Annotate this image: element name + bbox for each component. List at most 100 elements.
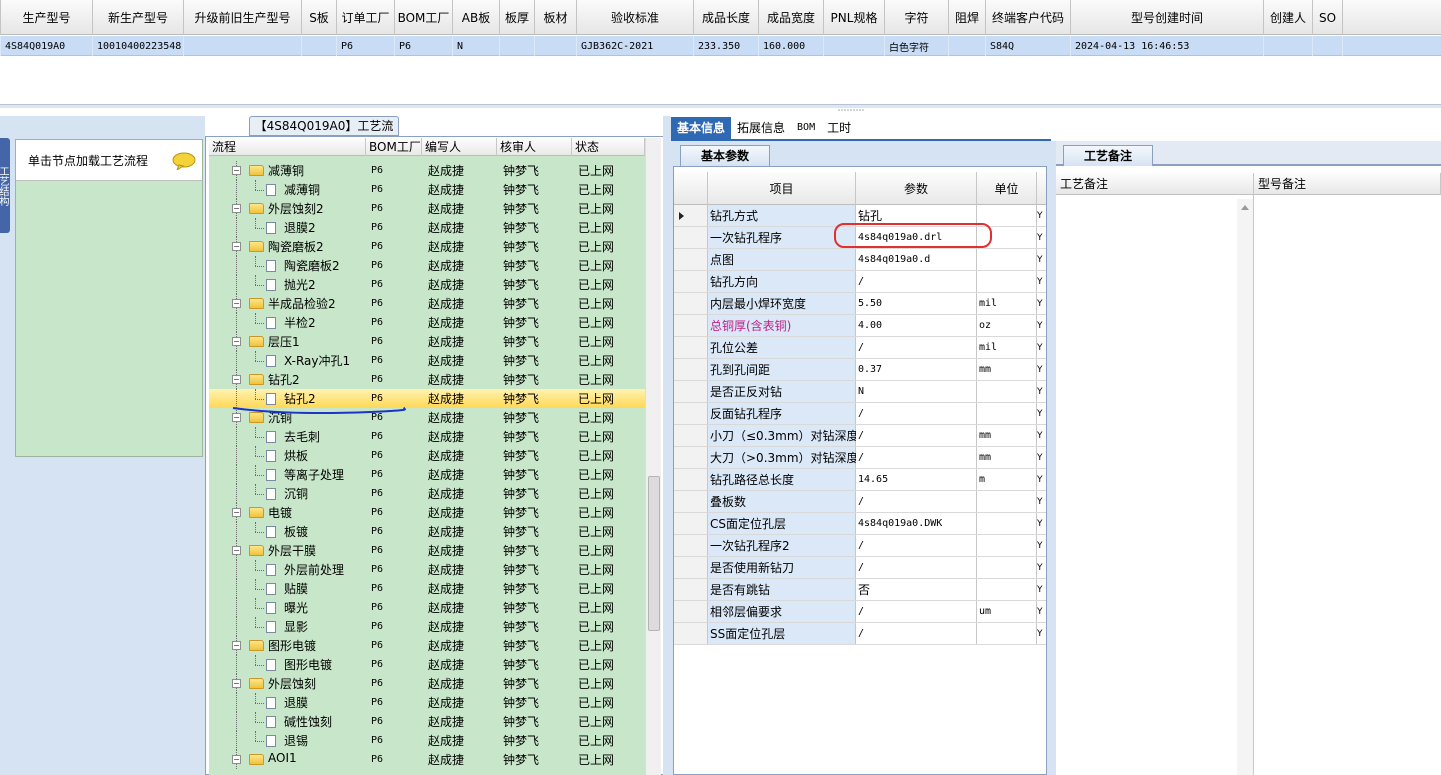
tree-node[interactable]: 退膜 <box>209 693 366 712</box>
tree-node[interactable]: − 外层蚀刻 <box>209 674 366 693</box>
grid-cell[interactable]: S84Q <box>986 36 1071 56</box>
tree-node[interactable]: 外层前处理 <box>209 560 366 579</box>
param-value[interactable]: / <box>856 425 977 446</box>
param-value[interactable]: 14.65 <box>856 469 977 490</box>
grid-cell[interactable]: P6 <box>337 36 395 56</box>
tree-row[interactable]: 曝光 P6 赵成捷 钟梦飞 已上网 <box>209 598 645 617</box>
collapse-toggle-icon[interactable]: − <box>232 508 241 517</box>
panel-separator-2[interactable] <box>1049 141 1056 775</box>
tree-node[interactable]: 显影 <box>209 617 366 636</box>
grid-cell[interactable] <box>302 36 337 56</box>
tree-row[interactable]: 陶瓷磨板2 P6 赵成捷 钟梦飞 已上网 <box>209 256 645 275</box>
column-header[interactable]: AB板 <box>453 0 500 35</box>
tree-node[interactable]: 退锡 <box>209 731 366 750</box>
scrollbar-thumb[interactable] <box>648 476 660 631</box>
collapse-toggle-icon[interactable]: − <box>232 755 241 764</box>
column-header[interactable]: S板 <box>302 0 337 35</box>
param-value[interactable]: 5.50 <box>856 293 977 314</box>
tab-basic-params[interactable]: 基本参数 <box>680 145 770 166</box>
tree-node[interactable]: 贴膜 <box>209 579 366 598</box>
column-header[interactable]: 型号创建时间 <box>1071 0 1264 35</box>
notes-column-header[interactable]: 工艺备注 <box>1056 173 1254 195</box>
tree-node[interactable]: − 层压1 <box>209 332 366 351</box>
param-value[interactable]: 4s84q019a0.DWK <box>856 513 977 534</box>
column-header[interactable]: BOM工厂 <box>395 0 453 35</box>
param-column-header[interactable]: 参数 <box>856 172 977 205</box>
column-header[interactable]: 生产型号 <box>1 0 93 35</box>
tree-node[interactable]: − 减薄铜 <box>209 161 366 180</box>
column-header[interactable]: 终端客户代码 <box>986 0 1071 35</box>
tree-node[interactable]: 烘板 <box>209 446 366 465</box>
column-header[interactable]: 阻焊 <box>949 0 986 35</box>
tree-node[interactable]: − 外层蚀刻2 <box>209 199 366 218</box>
tree-row[interactable]: − 外层干膜 P6 赵成捷 钟梦飞 已上网 <box>209 541 645 560</box>
collapse-toggle-icon[interactable]: − <box>232 299 241 308</box>
collapse-toggle-icon[interactable]: − <box>232 242 241 251</box>
param-row[interactable]: 相邻层偏要求 / um Y <box>674 601 1046 623</box>
process-tree-scrollbar[interactable] <box>645 138 661 775</box>
column-header[interactable]: 字符 <box>885 0 949 35</box>
tree-column-header[interactable]: 编写人 <box>422 138 497 156</box>
column-header[interactable]: 升级前旧生产型号 <box>184 0 302 35</box>
param-row[interactable]: 小刀（≤0.3mm）对钻深度 / mm Y <box>674 425 1046 447</box>
column-header[interactable]: SO <box>1313 0 1343 35</box>
tree-node[interactable]: − 图形电镀 <box>209 636 366 655</box>
param-value[interactable]: 0.37 <box>856 359 977 380</box>
column-header[interactable]: 板厚 <box>500 0 535 35</box>
grid-cell[interactable]: P6 <box>395 36 453 56</box>
grid-cell[interactable]: 白色字符 <box>885 36 949 56</box>
tree-node[interactable]: − 半成品检验2 <box>209 294 366 313</box>
param-value[interactable]: / <box>856 337 977 358</box>
tree-row[interactable]: X-Ray冲孔1 P6 赵成捷 钟梦飞 已上网 <box>209 351 645 370</box>
param-value[interactable]: 4.00 <box>856 315 977 336</box>
process-tree[interactable]: − 减薄铜 P6 赵成捷 钟梦飞 已上网 减薄铜 P6 赵成捷 钟梦飞 已上网 − 外层蚀刻2 P6 赵成捷… <box>209 156 645 775</box>
tree-row[interactable]: 图形电镀 P6 赵成捷 钟梦飞 已上网 <box>209 655 645 674</box>
column-header[interactable]: 验收标准 <box>577 0 694 35</box>
collapse-toggle-icon[interactable]: − <box>232 641 241 650</box>
param-row[interactable]: 内层最小焊环宽度 5.50 mil Y <box>674 293 1046 315</box>
param-value[interactable]: / <box>856 557 977 578</box>
column-header[interactable]: PNL规格 <box>824 0 885 35</box>
tree-node[interactable]: 沉铜 <box>209 484 366 503</box>
param-row[interactable]: SS面定位孔层 / Y <box>674 623 1046 645</box>
tree-node[interactable]: − AOI1 <box>209 750 366 769</box>
param-value[interactable]: 否 <box>856 579 977 600</box>
tree-row[interactable]: − 外层蚀刻 P6 赵成捷 钟梦飞 已上网 <box>209 674 645 693</box>
grid-cell[interactable] <box>1264 36 1313 56</box>
param-value[interactable]: / <box>856 491 977 512</box>
collapse-toggle-icon[interactable]: − <box>232 375 241 384</box>
tree-row[interactable]: 退膜2 P6 赵成捷 钟梦飞 已上网 <box>209 218 645 237</box>
column-header[interactable]: 新生产型号 <box>93 0 184 35</box>
tree-node[interactable]: − 电镀 <box>209 503 366 522</box>
tab-basic-info[interactable]: 基本信息 <box>671 117 732 139</box>
param-column-header[interactable]: 项目 <box>708 172 856 205</box>
tree-row[interactable]: 板镀 P6 赵成捷 钟梦飞 已上网 <box>209 522 645 541</box>
tree-row[interactable]: − 图形电镀 P6 赵成捷 钟梦飞 已上网 <box>209 636 645 655</box>
tree-node[interactable]: 退膜2 <box>209 218 366 237</box>
grid-cell[interactable] <box>949 36 986 56</box>
tree-row[interactable]: 半检2 P6 赵成捷 钟梦飞 已上网 <box>209 313 645 332</box>
column-header[interactable]: 成品宽度 <box>759 0 824 35</box>
collapse-toggle-icon[interactable]: − <box>232 546 241 555</box>
tree-row[interactable]: 显影 P6 赵成捷 钟梦飞 已上网 <box>209 617 645 636</box>
grid-cell[interactable]: 4S84Q019A0 <box>1 36 93 56</box>
tree-node[interactable]: X-Ray冲孔1 <box>209 351 366 370</box>
splitter-grip-icon[interactable]: ⋯⋯⋯ <box>826 107 876 116</box>
grid-cell[interactable]: GJB362C-2021 <box>577 36 694 56</box>
model-grid-row[interactable]: 4S84Q019A0 10010400223548 P6 P6 N GJB362C-202… <box>0 36 1441 56</box>
param-column-header[interactable]: 单位 <box>977 172 1037 205</box>
tree-row[interactable]: 贴膜 P6 赵成捷 钟梦飞 已上网 <box>209 579 645 598</box>
grid-cell[interactable] <box>1313 36 1343 56</box>
tree-column-header[interactable]: BOM工厂 <box>366 138 422 156</box>
grid-cell[interactable]: 2024-04-13 16:46:53 <box>1071 36 1264 56</box>
tree-column-header[interactable]: 状态 <box>572 138 645 156</box>
collapse-toggle-icon[interactable]: − <box>232 679 241 688</box>
tab-labor-hours[interactable]: 工时 <box>821 117 857 139</box>
tree-row[interactable]: 减薄铜 P6 赵成捷 钟梦飞 已上网 <box>209 180 645 199</box>
param-row[interactable]: 一次钻孔程序2/ Y <box>674 535 1046 557</box>
tree-row[interactable]: − 半成品检验2 P6 赵成捷 钟梦飞 已上网 <box>209 294 645 313</box>
panel-splitter[interactable] <box>0 104 1441 108</box>
tab-process-notes[interactable]: 工艺备注 <box>1063 145 1153 166</box>
tree-row[interactable]: − 电镀 P6 赵成捷 钟梦飞 已上网 <box>209 503 645 522</box>
param-row[interactable]: 孔到孔间距 0.37 mm Y <box>674 359 1046 381</box>
